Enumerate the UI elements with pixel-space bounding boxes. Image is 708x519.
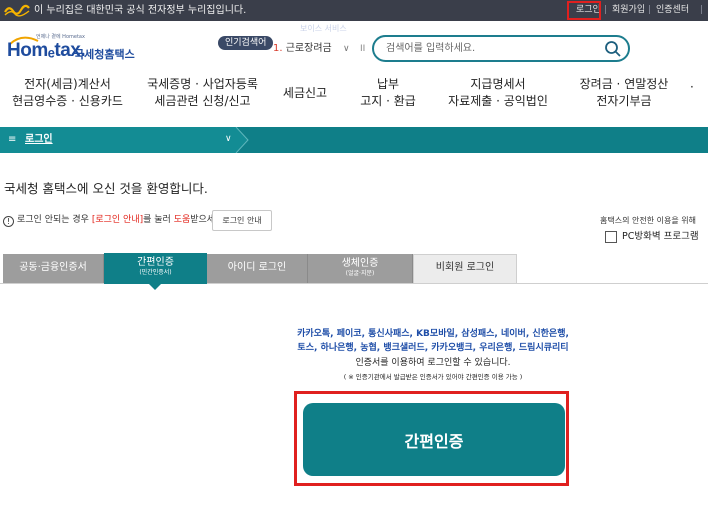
nav-item-line1: 세금신고: [282, 86, 328, 100]
main-nav: 전자(세금)계산서 현금영수증 · 신용카드 국세증명 · 사업자등록 세금관련…: [0, 76, 708, 120]
tab-id-login[interactable]: 아이디 로그인: [207, 254, 308, 283]
nav-item-incentives[interactable]: 장려금 · 연말정산 전자기부금: [568, 76, 680, 110]
tab-joint-certificate[interactable]: 공동·금융인증서: [3, 254, 104, 283]
keyword-rank: 1.: [273, 43, 283, 54]
provider-line: 토스, 하나은행, 농협, 뱅크샐러드, 카카오뱅크, 우리은행, 드림시큐리티: [297, 343, 569, 353]
gov-emblem-icon: [4, 4, 30, 17]
safety-notice: 홈택스의 안전한 이용을 위해: [600, 216, 696, 225]
tab-label: 아이디 로그인: [227, 262, 287, 273]
menu-icon[interactable]: ≡: [8, 133, 16, 146]
popular-keyword-rotator[interactable]: 1. 근로장려금 ∨: [273, 41, 357, 57]
login-highlight-box: [567, 1, 601, 20]
nav-more-indicator: ·: [690, 80, 694, 94]
search-input[interactable]: [386, 41, 586, 56]
auth-note: ( ※ 인증기관에서 발급받은 인증서가 있어야 간편인증 이용 가능 ): [343, 373, 523, 381]
nav-item-e-invoice[interactable]: 전자(세금)계산서 현금영수증 · 신용카드: [5, 76, 130, 110]
nav-item-line2: 고지 · 환급: [360, 94, 416, 108]
logo-korean-name: 국세청홈택스: [74, 48, 135, 61]
login-help-text: ! 로그인 안되는 경우 [로그인 안내]를 눌러 도움받으세요.: [3, 214, 226, 227]
pc-firewall-label[interactable]: PC방화벽 프로그램: [622, 231, 699, 243]
help-text-part: 로그인 안되는 경우: [17, 215, 92, 225]
nav-item-line1: 장려금 · 연말정산: [579, 77, 669, 91]
search-icon[interactable]: [604, 40, 622, 58]
nav-item-line1: 전자(세금)계산서: [24, 77, 111, 91]
help-text-part: 를 눌러: [143, 215, 174, 225]
nav-item-line2: 현금영수증 · 신용카드: [12, 94, 123, 108]
tab-sublabel: (얼굴·지문): [345, 270, 375, 277]
nav-item-payment-statement[interactable]: 지급명세서 자료제출 · 공익법인: [438, 76, 558, 110]
nav-item-line2: 세금관련 신청/신고: [154, 94, 251, 108]
util-separator: |: [700, 5, 704, 15]
gov-notice-text: 이 누리집은 대한민국 공식 전자정부 누리집입니다.: [34, 5, 247, 16]
tab-label: 간편인증: [137, 257, 174, 268]
util-separator: |: [604, 5, 608, 15]
gov-notice-bar: 이 누리집은 대한민국 공식 전자정부 누리집입니다.: [0, 0, 708, 21]
active-tab-pointer: [149, 284, 161, 290]
nav-item-tax-return[interactable]: 세금신고: [275, 85, 335, 102]
util-cert-center-link[interactable]: 인증센터: [656, 4, 689, 17]
login-guide-button[interactable]: 로그인 안내: [212, 210, 272, 231]
util-signup-link[interactable]: 회원가입: [612, 4, 645, 17]
nav-item-line2: 전자기부금: [596, 94, 652, 108]
location-title[interactable]: 로그인: [25, 133, 53, 146]
nav-item-line1: 납부: [376, 77, 400, 91]
help-text-emphasis: [로그인 안내]: [91, 215, 144, 225]
tab-label: 생체인증: [341, 258, 379, 269]
simple-auth-button[interactable]: 간편인증: [303, 403, 565, 476]
nav-item-line2: 자료제출 · 공익법인: [448, 94, 548, 108]
nav-item-line1: 지급명세서: [470, 77, 526, 91]
welcome-heading: 국세청 홈택스에 오신 것을 환영합니다.: [4, 181, 208, 196]
chevron-down-icon[interactable]: ∨: [343, 41, 350, 57]
chevron-down-icon[interactable]: ∨: [225, 133, 232, 146]
help-text-emphasis: 도움: [173, 215, 191, 225]
nav-item-line1: 국세증명 · 사업자등록: [147, 77, 258, 91]
nav-item-payment[interactable]: 납부 고지 · 환급: [350, 76, 426, 110]
search-bar: [372, 35, 630, 62]
keyword-text: 근로장려금: [285, 43, 332, 54]
info-icon: !: [3, 216, 14, 227]
logo-tagline: 언제나 곁에 Hometax: [36, 34, 85, 40]
pc-firewall-checkbox[interactable]: [605, 231, 617, 243]
tab-guest-login[interactable]: 비회원 로그인: [413, 254, 517, 283]
popular-keywords-badge: 인기검색어: [218, 36, 274, 50]
header-ghost-text: 보이스 서비스: [300, 24, 347, 33]
tab-label: 비회원 로그인: [435, 262, 495, 273]
tab-simple-auth[interactable]: 간편인증 (민간인증서): [104, 253, 207, 284]
tab-sublabel: (민간인증서): [139, 269, 172, 276]
auth-provider-list: 카카오톡, 페이코, 통신사패스, KB모바일, 삼성패스, 네이버, 신한은행…: [292, 327, 574, 355]
auth-description: 인증서를 이용하여 로그인할 수 있습니다.: [355, 358, 511, 368]
tab-biometric[interactable]: 생체인증 (얼굴·지문): [308, 254, 413, 283]
provider-line: 카카오톡, 페이코, 통신사패스, KB모바일, 삼성패스, 네이버, 신한은행…: [297, 329, 569, 339]
tab-label: 공동·금융인증서: [19, 262, 87, 273]
keyword-pause-button[interactable]: II: [360, 41, 365, 57]
nav-item-tax-certificates[interactable]: 국세증명 · 사업자등록 세금관련 신청/신고: [140, 76, 265, 110]
util-separator: |: [648, 5, 652, 15]
